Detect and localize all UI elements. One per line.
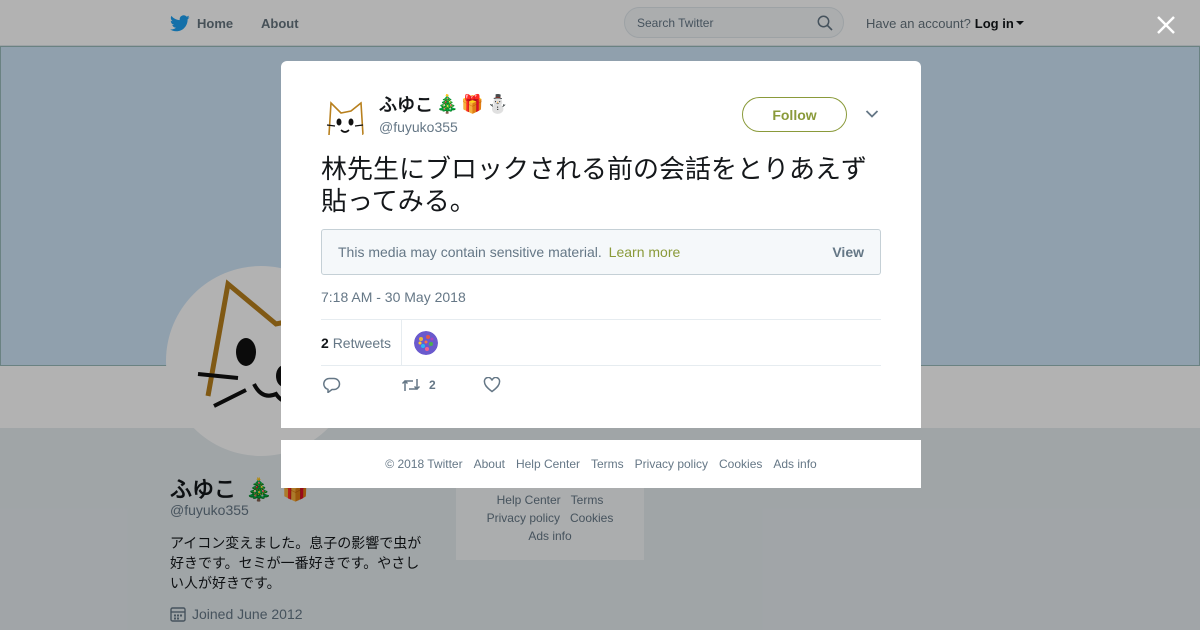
footer-copyright: © 2018 Twitter [385,457,463,471]
tweet-author-name[interactable]: ふゆこ 🎄 🎁 ⛄ [379,91,509,117]
retweet-stat-label: Retweets [332,335,392,351]
close-icon[interactable] [1153,12,1179,38]
footer-privacy[interactable]: Privacy policy [635,457,708,471]
emoji-christmas-tree: 🎄 [436,93,459,114]
tweet-text: 林先生にブロックされる前の会話をとりあえず貼ってみる。 [321,154,868,216]
sensitive-message: This media may contain sensitive materia… [338,244,680,260]
chevron-down-icon[interactable] [865,109,879,119]
retweeter-avatar[interactable] [414,331,438,355]
tweet-modal: ふゆこ 🎄 🎁 ⛄ @fuyuko355 Follow 林先生にブロックされる前… [281,61,921,428]
tweet-timestamp[interactable]: 7:18 AM - 30 May 2018 [321,289,466,305]
follow-button[interactable]: Follow [742,97,847,132]
emoji-snowman: ⛄ [486,93,510,114]
tweet-author-handle[interactable]: @fuyuko355 [379,119,458,135]
learn-more-link[interactable]: Learn more [609,244,681,260]
footer-terms[interactable]: Terms [591,457,624,471]
retweet-icon [401,379,421,391]
footer-about[interactable]: About [474,457,505,471]
heart-icon [483,377,501,393]
tweet-actions: 2 [321,377,621,401]
cat-avatar-image [326,101,364,136]
tweet-author-name-text: ふゆこ [379,95,433,115]
footer-cookies[interactable]: Cookies [719,457,762,471]
like-button[interactable] [483,377,501,393]
view-media-button[interactable]: View [832,244,864,260]
tweet-author-avatar[interactable] [321,95,369,143]
emoji-gift: 🎁 [461,93,484,114]
tweet-stats: 2 Retweets [321,319,881,366]
retweet-button[interactable]: 2 [401,377,436,393]
footer-help-center[interactable]: Help Center [516,457,580,471]
retweeter-avatar-image [414,331,438,355]
footer-ads-info[interactable]: Ads info [773,457,816,471]
retweet-stat-count: 2 [321,335,329,351]
sensitive-media-warning: This media may contain sensitive materia… [321,229,881,275]
retweet-action-count: 2 [429,378,436,392]
modal-footer: © 2018 Twitter About Help Center Terms P… [281,440,921,488]
reply-button[interactable] [323,377,341,393]
stats-divider [401,320,402,365]
retweet-stat[interactable]: 2 Retweets [321,335,391,351]
reply-icon [323,377,341,393]
sensitive-message-text: This media may contain sensitive materia… [338,244,602,260]
